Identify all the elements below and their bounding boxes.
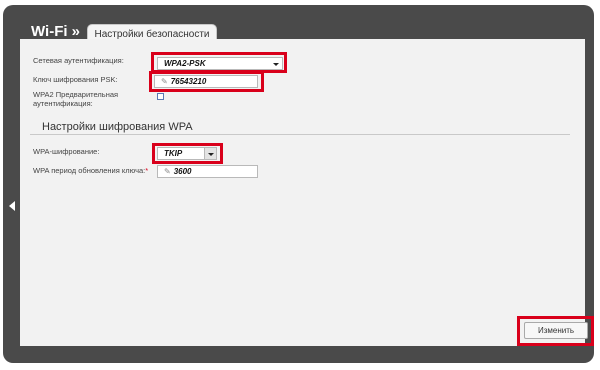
period-label: WPA период обновления ключа:* bbox=[33, 166, 148, 175]
settings-panel bbox=[20, 39, 585, 346]
pencil-icon: ✎ bbox=[164, 167, 171, 176]
preauth-label: WPA2 Предварительная аутентификация: bbox=[33, 90, 119, 108]
psk-label: Ключ шифрования PSK: bbox=[33, 75, 118, 84]
period-label-text: WPA период обновления ключа: bbox=[33, 166, 146, 175]
period-value: 3600 bbox=[173, 167, 192, 176]
back-arrow-icon[interactable] bbox=[9, 201, 15, 211]
section-divider bbox=[30, 134, 570, 135]
highlight-auth bbox=[151, 52, 287, 73]
preauth-checkbox[interactable] bbox=[157, 93, 164, 100]
highlight-psk bbox=[149, 71, 264, 92]
period-input[interactable]: ✎ 3600 bbox=[157, 165, 258, 178]
highlight-apply bbox=[517, 316, 594, 346]
section-title-wifi[interactable]: Wi-Fi » bbox=[31, 23, 80, 40]
cipher-label: WPA-шифрование: bbox=[33, 147, 100, 156]
auth-label: Сетевая аутентификация: bbox=[33, 56, 124, 65]
wpa-section-title: Настройки шифрования WPA bbox=[42, 121, 193, 133]
required-mark: * bbox=[145, 166, 149, 175]
highlight-cipher bbox=[152, 143, 223, 164]
